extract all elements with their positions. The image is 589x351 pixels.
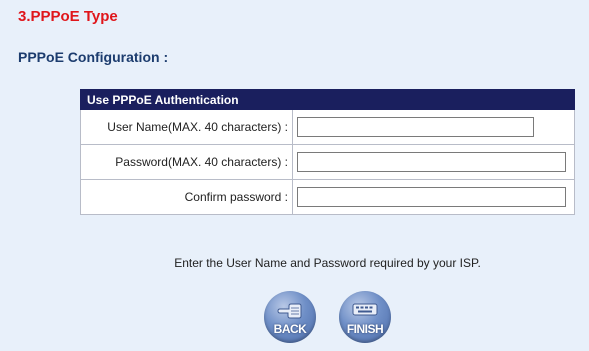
finish-button[interactable]: FINISH (339, 291, 391, 343)
isp-hint-text: Enter the User Name and Password require… (174, 256, 481, 270)
username-label: User Name(MAX. 40 characters) : (80, 109, 293, 145)
pppoe-config-table: Use PPPoE Authentication User Name(MAX. … (80, 89, 575, 215)
confirm-password-row: Confirm password : (80, 179, 575, 215)
username-input[interactable] (297, 117, 534, 137)
username-row: User Name(MAX. 40 characters) : (80, 109, 575, 145)
table-heading: Use PPPoE Authentication (80, 89, 575, 110)
password-input[interactable] (297, 152, 566, 172)
back-button[interactable]: BACK (264, 291, 316, 343)
keyboard-icon (352, 303, 378, 316)
password-row: Password(MAX. 40 characters) : (80, 144, 575, 180)
page-title: 3.PPPoE Type (18, 8, 118, 25)
confirm-password-input[interactable] (297, 187, 566, 207)
password-label: Password(MAX. 40 characters) : (80, 144, 293, 180)
confirm-password-label: Confirm password : (80, 179, 293, 215)
back-button-label: BACK (273, 322, 307, 336)
finish-button-label: FINISH (346, 322, 384, 336)
pointing-hand-icon (277, 303, 302, 319)
section-subtitle: PPPoE Configuration : (18, 49, 169, 65)
table-header-row: Use PPPoE Authentication (80, 89, 575, 110)
